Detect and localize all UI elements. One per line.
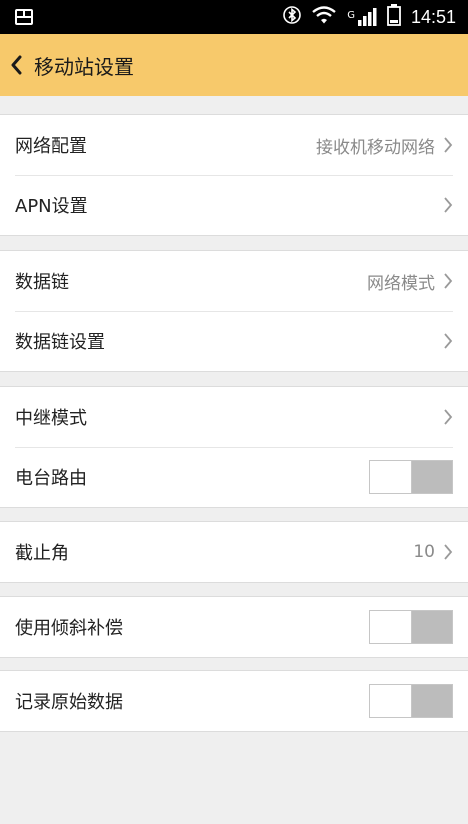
battery-icon [387, 4, 401, 30]
setting-row-datalink[interactable]: 数据链 网络模式 [0, 251, 468, 311]
tilt-compensation-toggle[interactable] [369, 610, 453, 644]
setting-row-radio-routing: 电台路由 [0, 447, 468, 507]
back-button[interactable] [0, 34, 34, 96]
chevron-right-icon [439, 542, 453, 562]
settings-group-network: 网络配置 接收机移动网络 APN设置 [0, 114, 468, 236]
setting-label: 数据链 [15, 272, 69, 293]
chevron-right-icon [439, 331, 453, 351]
setting-row-apn[interactable]: APN设置 [0, 175, 468, 235]
radio-routing-toggle[interactable] [369, 460, 453, 494]
chevron-right-icon [439, 407, 453, 427]
setting-row-relay-mode[interactable]: 中继模式 [0, 387, 468, 447]
settings-group-raw-data: 记录原始数据 [0, 670, 468, 732]
page-title: 移动站设置 [34, 54, 134, 79]
sim-card-icon [14, 8, 36, 30]
bluetooth-icon [283, 5, 302, 29]
setting-row-network-config[interactable]: 网络配置 接收机移动网络 [0, 115, 468, 175]
setting-row-tilt-compensation: 使用倾斜补偿 [0, 597, 468, 657]
chevron-right-icon [439, 135, 453, 155]
setting-row-datalink-settings[interactable]: 数据链设置 [0, 311, 468, 371]
wifi-icon [311, 5, 337, 29]
settings-group-datalink: 数据链 网络模式 数据链设置 [0, 250, 468, 372]
setting-value: 10 [413, 542, 435, 562]
setting-row-record-raw-data: 记录原始数据 [0, 671, 468, 731]
chevron-right-icon [439, 195, 453, 215]
setting-label: 使用倾斜补偿 [15, 618, 123, 639]
settings-group-cutoff: 截止角 10 [0, 521, 468, 583]
setting-label: 记录原始数据 [15, 692, 123, 713]
setting-label: APN设置 [15, 196, 88, 217]
setting-label: 电台路由 [15, 468, 87, 489]
app-header: 移动站设置 [0, 34, 468, 96]
setting-label: 中继模式 [15, 408, 87, 429]
network-type-label: G [347, 10, 355, 21]
settings-group-relay: 中继模式 电台路由 [0, 386, 468, 508]
settings-group-tilt: 使用倾斜补偿 [0, 596, 468, 658]
setting-value: 网络模式 [367, 273, 435, 294]
status-time: 14:51 [410, 6, 456, 27]
setting-label: 网络配置 [15, 136, 87, 157]
setting-label: 数据链设置 [15, 332, 105, 353]
setting-value: 接收机移动网络 [316, 137, 435, 158]
toggle-knob [370, 461, 412, 493]
setting-label: 截止角 [15, 543, 69, 564]
setting-row-cutoff-angle[interactable]: 截止角 10 [0, 522, 468, 582]
record-raw-data-toggle[interactable] [369, 684, 453, 718]
status-bar: G 14:51 [0, 0, 468, 34]
cellular-signal-icon: G [347, 8, 377, 26]
toggle-knob [370, 685, 412, 717]
toggle-knob [370, 611, 412, 643]
chevron-left-icon [11, 55, 22, 75]
chevron-right-icon [439, 271, 453, 291]
